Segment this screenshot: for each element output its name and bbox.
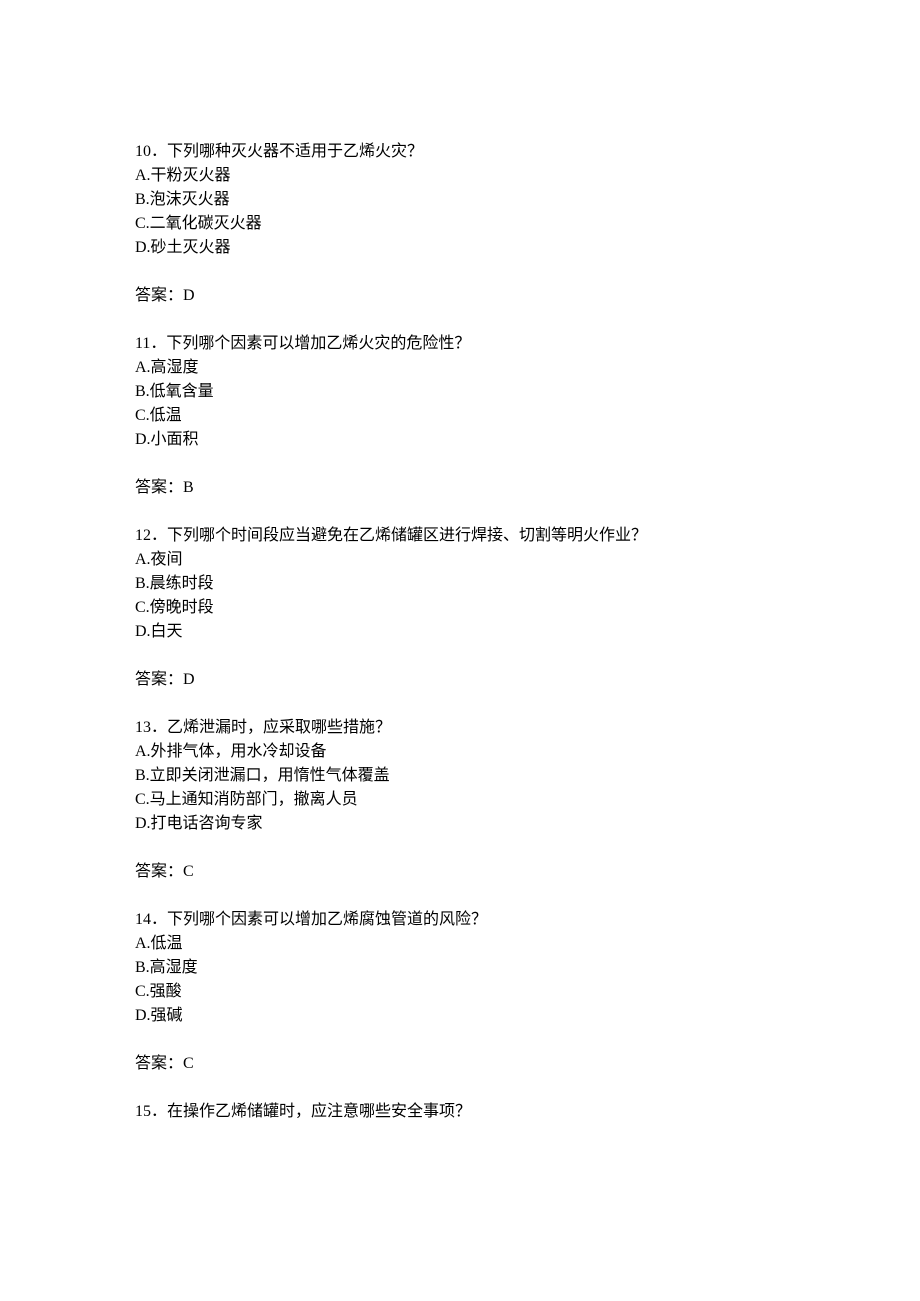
answer-label: 答案： <box>135 1055 183 1072</box>
question-number: 15 <box>135 1103 151 1120</box>
document-page: 10．下列哪种灭火器不适用于乙烯火灾？ A.干粉灭火器 B.泡沫灭火器 C.二氧… <box>0 0 920 1301</box>
question-stem: ．在操作乙烯储罐时，应注意哪些安全事项？ <box>151 1103 471 1120</box>
question-text: 12．下列哪个时间段应当避免在乙烯储罐区进行焊接、切割等明火作业？ <box>135 524 785 548</box>
question-block: 15．在操作乙烯储罐时，应注意哪些安全事项？ <box>135 1100 785 1124</box>
option-b: B.高湿度 <box>135 956 785 980</box>
option-c: C.二氧化碳灭火器 <box>135 212 785 236</box>
question-number: 10 <box>135 143 151 160</box>
question-number: 11 <box>135 335 150 352</box>
answer-line: 答案：C <box>135 860 785 884</box>
question-block: 13．乙烯泄漏时，应采取哪些措施？ A.外排气体，用水冷却设备 B.立即关闭泄漏… <box>135 716 785 884</box>
answer-value: D <box>183 287 195 304</box>
question-text: 10．下列哪种灭火器不适用于乙烯火灾？ <box>135 140 785 164</box>
question-block: 14．下列哪个因素可以增加乙烯腐蚀管道的风险？ A.低温 B.高湿度 C.强酸 … <box>135 908 785 1076</box>
question-number: 14 <box>135 911 151 928</box>
answer-line: 答案：D <box>135 284 785 308</box>
option-d: D.砂土灭火器 <box>135 236 785 260</box>
question-stem: ．乙烯泄漏时，应采取哪些措施？ <box>151 719 391 736</box>
question-number: 13 <box>135 719 151 736</box>
option-a: A.高湿度 <box>135 356 785 380</box>
question-block: 12．下列哪个时间段应当避免在乙烯储罐区进行焊接、切割等明火作业？ A.夜间 B… <box>135 524 785 692</box>
option-c: C.低温 <box>135 404 785 428</box>
option-a: A.外排气体，用水冷却设备 <box>135 740 785 764</box>
answer-value: C <box>183 863 194 880</box>
option-d: D.白天 <box>135 620 785 644</box>
answer-label: 答案： <box>135 863 183 880</box>
question-stem: ．下列哪种灭火器不适用于乙烯火灾？ <box>151 143 423 160</box>
answer-value: D <box>183 671 195 688</box>
answer-label: 答案： <box>135 287 183 304</box>
option-d: D.小面积 <box>135 428 785 452</box>
answer-value: C <box>183 1055 194 1072</box>
option-b: B.低氧含量 <box>135 380 785 404</box>
question-text: 11．下列哪个因素可以增加乙烯火灾的危险性？ <box>135 332 785 356</box>
option-a: A.夜间 <box>135 548 785 572</box>
option-c: C.强酸 <box>135 980 785 1004</box>
question-stem: ．下列哪个因素可以增加乙烯火灾的危险性？ <box>150 335 470 352</box>
answer-label: 答案： <box>135 479 183 496</box>
answer-label: 答案： <box>135 671 183 688</box>
option-c: C.马上通知消防部门，撤离人员 <box>135 788 785 812</box>
answer-line: 答案：C <box>135 1052 785 1076</box>
option-a: A.低温 <box>135 932 785 956</box>
question-number: 12 <box>135 527 151 544</box>
option-b: B.泡沫灭火器 <box>135 188 785 212</box>
option-b: B.立即关闭泄漏口，用惰性气体覆盖 <box>135 764 785 788</box>
question-block: 10．下列哪种灭火器不适用于乙烯火灾？ A.干粉灭火器 B.泡沫灭火器 C.二氧… <box>135 140 785 308</box>
question-stem: ．下列哪个时间段应当避免在乙烯储罐区进行焊接、切割等明火作业？ <box>151 527 647 544</box>
answer-line: 答案：D <box>135 668 785 692</box>
question-block: 11．下列哪个因素可以增加乙烯火灾的危险性？ A.高湿度 B.低氧含量 C.低温… <box>135 332 785 500</box>
option-b: B.晨练时段 <box>135 572 785 596</box>
question-text: 15．在操作乙烯储罐时，应注意哪些安全事项？ <box>135 1100 785 1124</box>
option-d: D.打电话咨询专家 <box>135 812 785 836</box>
question-text: 14．下列哪个因素可以增加乙烯腐蚀管道的风险？ <box>135 908 785 932</box>
question-text: 13．乙烯泄漏时，应采取哪些措施？ <box>135 716 785 740</box>
option-d: D.强碱 <box>135 1004 785 1028</box>
answer-value: B <box>183 479 194 496</box>
option-a: A.干粉灭火器 <box>135 164 785 188</box>
option-c: C.傍晚时段 <box>135 596 785 620</box>
answer-line: 答案：B <box>135 476 785 500</box>
question-stem: ．下列哪个因素可以增加乙烯腐蚀管道的风险？ <box>151 911 487 928</box>
